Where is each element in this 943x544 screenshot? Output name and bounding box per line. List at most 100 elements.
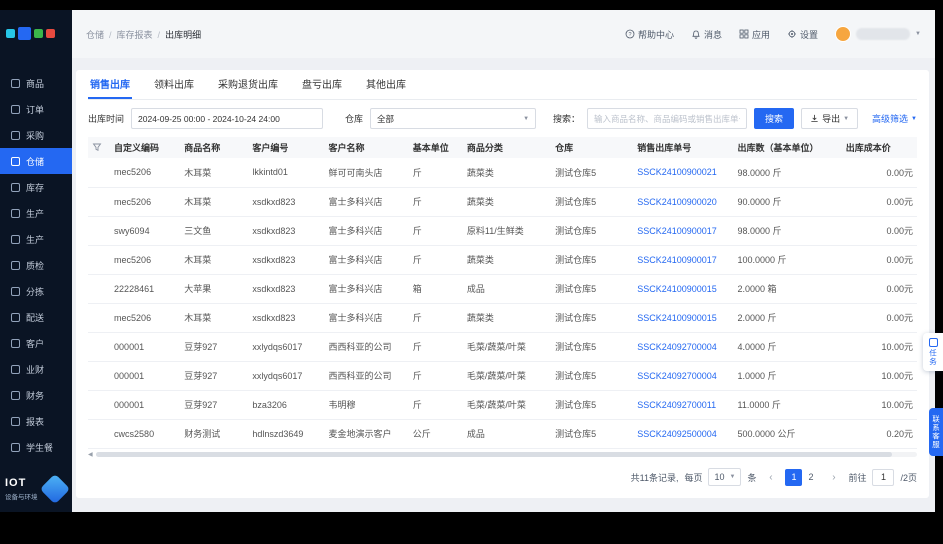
menu-item-label: 配送 <box>26 312 45 323</box>
cell-customer-name: 鲜可可南头店 <box>324 158 409 188</box>
cell-outbound-order-link[interactable]: SSCK24100900015 <box>633 274 734 304</box>
cell-outbound-qty: 98.0000 斤 <box>733 216 842 246</box>
cell-category: 成品 <box>462 274 552 304</box>
cell-outbound-qty: 4.0000 斤 <box>733 332 842 362</box>
cell-product-name: 财务测试 <box>180 419 249 449</box>
sidebar-menu-item[interactable]: 学生餐 <box>0 434 72 460</box>
cell-outbound-order-link[interactable]: SSCK24092500004 <box>633 419 734 449</box>
cell-custom-code: swy6094 <box>110 216 181 246</box>
goto-label: 前往 <box>848 472 867 483</box>
sidebar-menu-item[interactable]: 库存 <box>0 174 72 200</box>
iot-footer[interactable]: IOT 设备与环境 <box>0 466 72 512</box>
outbound-tab[interactable]: 采购退货出库 <box>216 70 280 99</box>
cell-base-unit: 斤 <box>408 187 463 217</box>
page-number-button[interactable]: 2 <box>802 468 820 486</box>
prev-page-button[interactable]: ‹ <box>762 468 780 486</box>
outbound-tab[interactable]: 领料出库 <box>152 70 196 99</box>
cell-customer-name: 富士多科兴店 <box>324 245 409 275</box>
sidebar-menu-item[interactable]: 仓储 <box>0 148 72 174</box>
menu-module-icon <box>11 416 20 426</box>
scroll-left-icon[interactable]: ◀ <box>88 452 93 458</box>
cell-outbound-order-link[interactable]: SSCK24100900020 <box>633 187 734 217</box>
row-leading-cell <box>88 187 111 217</box>
content-area: 销售出库 领料出库 采购退货出库 盘亏出库 其他出库 出库时间 2024-09-… <box>72 58 935 512</box>
breadcrumb-item[interactable]: 出库明细 <box>153 28 201 41</box>
user-menu[interactable]: ▼ <box>835 26 921 42</box>
cell-customer-code: xxlydqs6017 <box>248 332 325 362</box>
goto-page-input[interactable] <box>872 468 895 486</box>
task-label: 任务 <box>928 349 938 366</box>
task-float-button[interactable]: 任务 <box>923 333 943 371</box>
cell-customer-name: 韦明穆 <box>324 390 409 420</box>
sidebar-menu-item[interactable]: 商品 <box>0 70 72 96</box>
cell-base-unit: 斤 <box>408 245 463 275</box>
date-range-input[interactable]: 2024-09-25 00:00 - 2024-10-24 24:00 <box>131 108 324 129</box>
cell-customer-code: xsdkxd823 <box>248 245 325 275</box>
cell-base-unit: 箱 <box>408 274 463 304</box>
settings-button[interactable]: 设置 <box>787 28 818 41</box>
sidebar-menu-item[interactable]: 生产 <box>0 200 72 226</box>
sidebar: 商品 订单 采购 仓储 库存 生产 生产 质检 分拣 配送 客户 业财 财务 报… <box>0 10 72 512</box>
menu-module-icon <box>11 312 20 322</box>
cell-cost-price: 0.00元 <box>841 303 917 333</box>
cell-outbound-order-link[interactable]: SSCK24100900017 <box>633 216 734 246</box>
iot-title: IOT <box>5 477 27 489</box>
sidebar-menu-item[interactable]: 配送 <box>0 304 72 330</box>
cell-base-unit: 斤 <box>408 216 463 246</box>
row-leading-cell <box>88 303 111 333</box>
sidebar-menu-item[interactable]: 分拣 <box>0 278 72 304</box>
menu-module-icon <box>11 78 20 88</box>
row-leading-cell <box>88 158 111 188</box>
cell-outbound-order-link[interactable]: SSCK24092700004 <box>633 361 734 391</box>
column-header: 自定义编码 <box>110 137 181 158</box>
customer-service-float-button[interactable]: 联系客服 <box>929 408 943 456</box>
sidebar-menu-item[interactable]: 财务 <box>0 382 72 408</box>
cell-outbound-qty: 2.0000 斤 <box>733 303 842 333</box>
total-records-text: 共11条记录, <box>630 472 679 483</box>
breadcrumb-item[interactable]: 库存报表 <box>104 28 153 41</box>
sidebar-menu-item[interactable]: 采购 <box>0 122 72 148</box>
cell-outbound-order-link[interactable]: SSCK24100900015 <box>633 303 734 333</box>
sidebar-menu-item[interactable]: 报表 <box>0 408 72 434</box>
next-page-button[interactable]: › <box>825 468 843 486</box>
scrollbar-track[interactable] <box>95 452 917 457</box>
help-center-button[interactable]: ? 帮助中心 <box>625 28 674 41</box>
search-input[interactable] <box>587 108 748 129</box>
breadcrumb-item[interactable]: 仓储 <box>86 28 104 41</box>
sidebar-menu-item[interactable]: 订单 <box>0 96 72 122</box>
outbound-tab[interactable]: 销售出库 <box>88 70 132 99</box>
row-leading-cell <box>88 274 111 304</box>
sidebar-menu-item[interactable]: 客户 <box>0 330 72 356</box>
cell-customer-code: xsdkxd823 <box>248 216 325 246</box>
sidebar-menu-item[interactable]: 质检 <box>0 252 72 278</box>
cell-outbound-order-link[interactable]: SSCK24092700004 <box>633 332 734 362</box>
cell-custom-code: mec5206 <box>110 245 181 275</box>
column-filter-cell[interactable] <box>88 137 111 158</box>
apps-button[interactable]: 应用 <box>739 28 770 41</box>
search-button[interactable]: 搜索 <box>754 108 795 129</box>
chevron-down-icon: ▼ <box>843 115 850 122</box>
pagination: 共11条记录, 每页 10 ▼ 条 ‹ 12 › 前往 /2页 <box>88 458 917 498</box>
outbound-tab[interactable]: 其他出库 <box>364 70 408 99</box>
column-header: 客户名称 <box>324 137 409 158</box>
sidebar-menu-item[interactable]: 生产 <box>0 226 72 252</box>
column-header: 客户编号 <box>248 137 325 158</box>
logo-square-green <box>34 28 43 38</box>
cell-outbound-order-link[interactable]: SSCK24100900021 <box>633 158 734 188</box>
apps-grid-icon <box>739 29 749 39</box>
advanced-filter-link[interactable]: 高级筛选 ▼ <box>872 112 917 125</box>
page-number-button[interactable]: 1 <box>785 468 803 486</box>
warehouse-select[interactable]: 全部 ▼ <box>370 108 537 129</box>
menu-item-label: 财务 <box>26 390 45 401</box>
outbound-detail-card: 销售出库 领料出库 采购退货出库 盘亏出库 其他出库 出库时间 2024-09-… <box>76 70 929 498</box>
export-button[interactable]: 导出 ▼ <box>801 108 859 129</box>
cell-product-name: 木耳菜 <box>180 158 249 188</box>
table-row: 000001 豆芽927 xxlydqs6017 西西科亚的公司 斤 毛菜/蔬菜… <box>88 332 917 362</box>
scrollbar-thumb[interactable] <box>95 452 893 457</box>
outbound-tab[interactable]: 盘亏出库 <box>300 70 344 99</box>
page-size-select[interactable]: 10 ▼ <box>708 468 742 486</box>
messages-button[interactable]: 消息 <box>691 28 722 41</box>
cell-outbound-order-link[interactable]: SSCK24100900017 <box>633 245 734 275</box>
sidebar-menu-item[interactable]: 业财 <box>0 356 72 382</box>
cell-outbound-order-link[interactable]: SSCK24092700011 <box>633 390 734 420</box>
